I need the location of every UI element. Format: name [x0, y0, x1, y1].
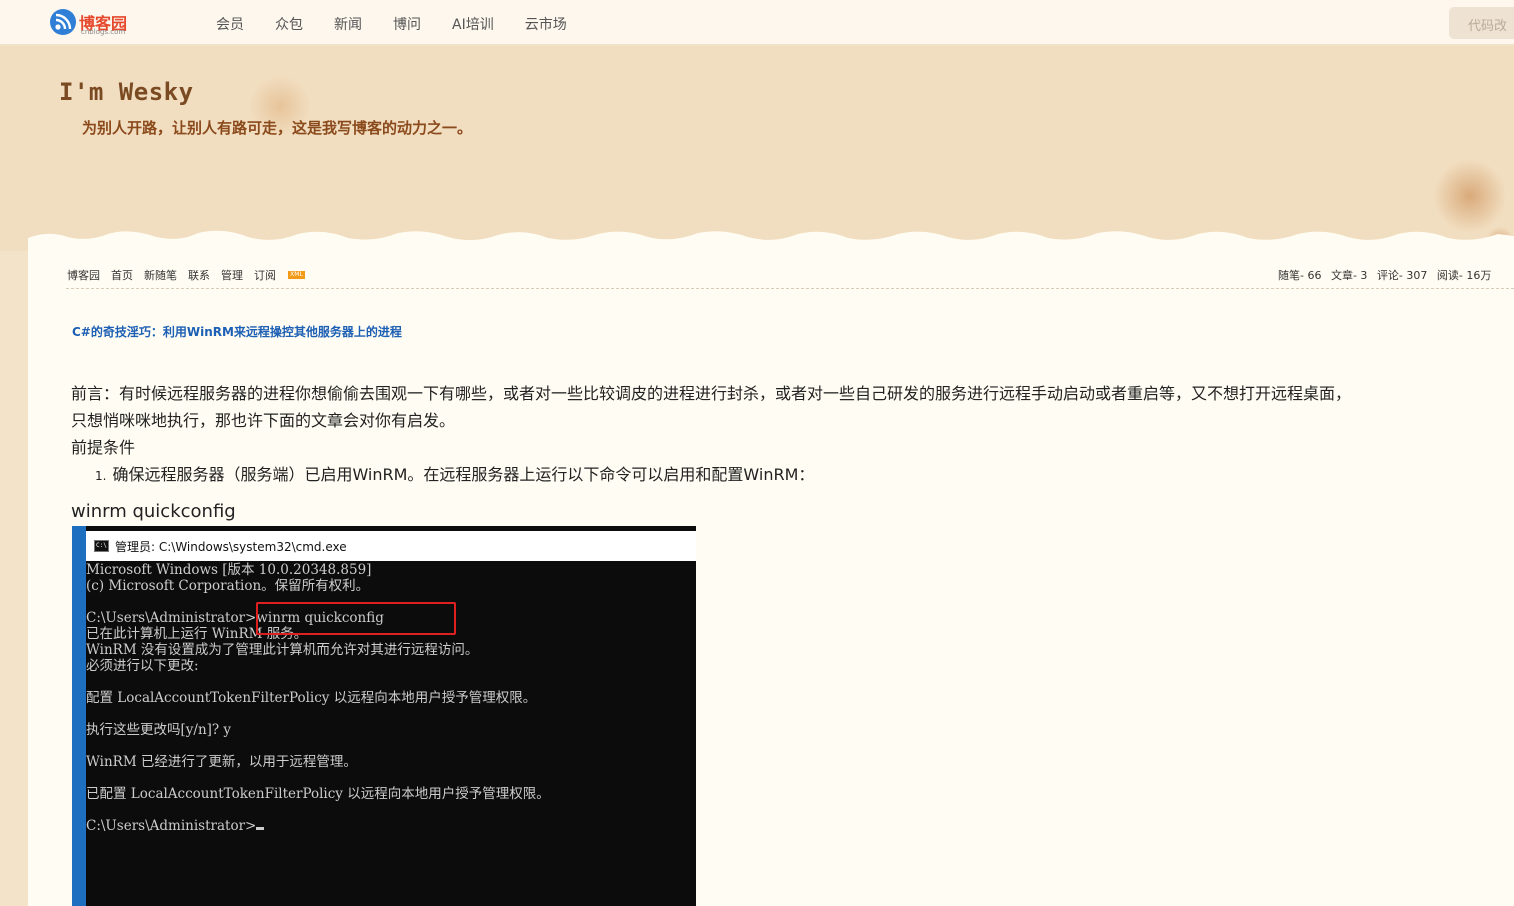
highlight-box [256, 602, 456, 635]
subnav-contact[interactable]: 联系 [188, 267, 210, 283]
stat-posts: 随笔- 66 [1278, 269, 1322, 282]
stat-articles: 文章- 3 [1330, 269, 1368, 282]
blog-header: I'm Wesky 为别人开路，让别人有路可走，这是我写博客的动力之一。 [0, 46, 1514, 251]
cmd-line: Microsoft Windows [版本 10.0.20348.859] [86, 562, 372, 578]
nav-link-questions[interactable]: 博问 [393, 14, 421, 34]
xml-feed-icon[interactable]: XML [288, 271, 305, 279]
search-input[interactable]: 代码改 [1449, 7, 1514, 39]
subnav-manage[interactable]: 管理 [221, 267, 243, 283]
cmd-line: WinRM 已经进行了更新，以用于远程管理。 [86, 754, 357, 770]
cmd-line: 配置 LocalAccountTokenFilterPolicy 以远程向本地用… [86, 690, 537, 706]
cmd-line: 已配置 LocalAccountTokenFilterPolicy 以远程向本地… [86, 786, 550, 802]
cursor [256, 827, 265, 830]
cnblogs-logo[interactable]: 博客园 cnblogs.com [50, 9, 140, 37]
stat-reads: 阅读- 16万 [1436, 269, 1492, 282]
cmd-line: 必须进行以下更改: [86, 658, 199, 674]
post-intro: 前言：有时候远程服务器的进程你想偷偷去围观一下有哪些，或者对一些比较调皮的进程进… [71, 380, 1511, 434]
command-text: winrm quickconfig [71, 501, 236, 522]
screenshot-border [72, 526, 86, 906]
post-intro-line-2: 只想悄咪咪地执行，那也许下面的文章会对你有启发。 [71, 411, 456, 430]
post-title[interactable]: C#的奇技淫巧：利用WinRM来远程操控其他服务器上的进程 [72, 323, 402, 340]
cmd-window-title: 管理员: C:\Windows\system32\cmd.exe [115, 540, 347, 554]
nav-link-ai-training[interactable]: AI培训 [452, 14, 494, 34]
nav-link-cloud-market[interactable]: 云市场 [525, 14, 567, 34]
blog-subnav: 博客园 首页 新随笔 联系 管理 订阅 XML [67, 267, 305, 283]
cmd-prompt-line: C:\Users\Administrator> [86, 818, 265, 834]
logo-subtext: cnblogs.com [81, 28, 126, 36]
rss-logo-icon [50, 9, 76, 35]
nav-link-news[interactable]: 新闻 [334, 14, 362, 34]
main-nav: 会员 众包 新闻 博问 AI培训 云市场 [216, 14, 598, 34]
blog-stats: 随笔- 66 文章- 3 评论- 307 阅读- 16万 [1278, 267, 1497, 283]
divider [66, 288, 1514, 289]
subnav-subscribe[interactable]: 订阅 [254, 267, 276, 283]
prerequisites-heading: 前提条件 [71, 438, 136, 457]
nav-link-crowdsource[interactable]: 众包 [275, 14, 303, 34]
search-placeholder: 代码改 [1468, 19, 1508, 34]
cmd-titlebar: C:\ 管理员: C:\Windows\system32\cmd.exe [86, 531, 696, 561]
cmd-line: WinRM 没有设置成为了管理此计算机而允许对其进行远程访问。 [86, 642, 479, 658]
cmd-screenshot: C:\ 管理员: C:\Windows\system32\cmd.exe Mic… [72, 526, 696, 906]
cmd-line: (c) Microsoft Corporation。保留所有权利。 [86, 578, 370, 594]
blog-title[interactable]: I'm Wesky [59, 78, 194, 106]
nav-link-members[interactable]: 会员 [216, 14, 244, 34]
top-navbar: 博客园 cnblogs.com 会员 众包 新闻 博问 AI培训 云市场 代码改 [0, 0, 1514, 45]
list-item-text: 确保远程服务器（服务端）已启用WinRM。在远程服务器上运行以下命令可以启用和配… [112, 465, 815, 484]
stat-comments: 评论- 307 [1376, 269, 1428, 282]
post-intro-line-1: 前言：有时候远程服务器的进程你想偷偷去围观一下有哪些，或者对一些比较调皮的进程进… [71, 384, 1352, 403]
subnav-new-post[interactable]: 新随笔 [144, 267, 177, 283]
blog-subtitle: 为别人开路，让别人有路可走，这是我写博客的动力之一。 [82, 119, 473, 137]
list-item-number: 1. [95, 469, 107, 483]
list-item: 1. 确保远程服务器（服务端）已启用WinRM。在远程服务器上运行以下命令可以启用… [95, 461, 814, 485]
cmd-icon: C:\ [94, 540, 109, 552]
subnav-home[interactable]: 首页 [111, 267, 133, 283]
subnav-cnblogs[interactable]: 博客园 [67, 267, 100, 283]
cmd-line: 执行这些更改吗[y/n]? y [86, 722, 232, 738]
